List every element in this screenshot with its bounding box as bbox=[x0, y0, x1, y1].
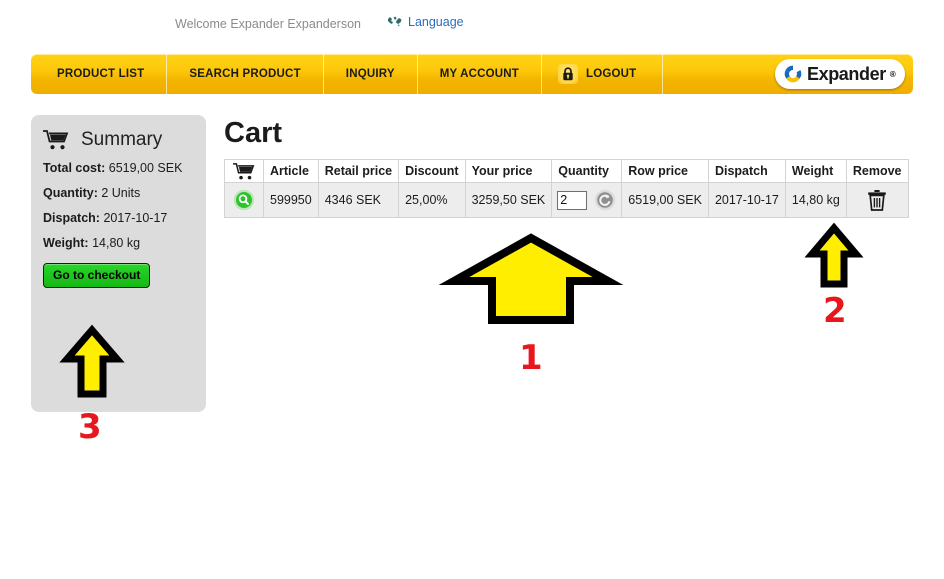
expander-logo[interactable]: Expander ® bbox=[775, 59, 905, 89]
summary-value: 2 Units bbox=[101, 186, 141, 200]
nav-item-inquiry[interactable]: INQUIRY bbox=[324, 54, 418, 94]
summary-quantity: Quantity: 2 Units bbox=[31, 186, 206, 200]
annotation-number-3: 3 bbox=[78, 407, 102, 447]
page-title: Cart bbox=[224, 117, 283, 149]
logo-text: Expander bbox=[807, 64, 886, 84]
summary-dispatch: Dispatch: 2017-10-17 bbox=[31, 211, 206, 225]
cell-weight: 14,80 kg bbox=[784, 182, 847, 218]
expander-ring-logo-icon bbox=[783, 64, 803, 84]
column-header-your-price: Your price bbox=[464, 159, 553, 183]
summary-value: 6519,00 SEK bbox=[108, 161, 183, 175]
view-product-cell bbox=[224, 182, 264, 218]
annotation-number-1: 1 bbox=[519, 338, 543, 378]
nav-label: LOGOUT bbox=[586, 68, 637, 80]
annotation-arrow-2 bbox=[804, 222, 864, 288]
column-header-remove: Remove bbox=[845, 159, 909, 183]
main-navigation: PRODUCT LIST SEARCH PRODUCT INQUIRY MY A… bbox=[31, 54, 913, 94]
table-row: 599950 4346 SEK 25,00% 3259,50 SEK 2 651… bbox=[224, 182, 909, 218]
summary-value: 14,80 kg bbox=[92, 236, 141, 250]
column-header-weight: Weight bbox=[784, 159, 847, 183]
annotation-number-2: 2 bbox=[823, 291, 847, 331]
summary-header: Summary bbox=[31, 129, 206, 151]
cart-table: Article Retail price Discount Your price… bbox=[224, 159, 909, 218]
shopping-cart-icon bbox=[233, 162, 255, 180]
summary-label: Total cost: bbox=[43, 161, 106, 175]
lock-icon bbox=[558, 64, 579, 84]
nav-label: MY ACCOUNT bbox=[439, 68, 520, 80]
cell-row-price: 6519,00 SEK bbox=[621, 182, 709, 218]
nav-item-search-product[interactable]: SEARCH PRODUCT bbox=[167, 54, 324, 94]
summary-title: Summary bbox=[81, 129, 163, 150]
column-header-dispatch: Dispatch bbox=[707, 159, 786, 183]
column-header-article: Article bbox=[263, 159, 319, 183]
nav-item-my-account[interactable]: MY ACCOUNT bbox=[418, 54, 543, 94]
nav-item-product-list[interactable]: PRODUCT LIST bbox=[31, 54, 168, 94]
summary-weight: Weight: 14,80 kg bbox=[31, 236, 206, 250]
nav-item-logout[interactable]: LOGOUT bbox=[542, 54, 664, 94]
cell-remove bbox=[845, 182, 909, 218]
cell-retail-price: 4346 SEK bbox=[317, 182, 400, 218]
top-welcome-bar: Welcome Expander Expanderson Language bbox=[0, 0, 944, 46]
cell-quantity bbox=[551, 182, 623, 218]
logo-registered-mark: ® bbox=[889, 69, 896, 79]
go-to-checkout-button[interactable]: Go to checkout bbox=[43, 263, 151, 288]
trash-icon[interactable] bbox=[867, 189, 887, 211]
cell-article: 599950 bbox=[263, 182, 319, 218]
column-header-discount: Discount bbox=[398, 159, 466, 183]
shopping-cart-icon bbox=[43, 130, 69, 150]
language-link[interactable]: Language bbox=[408, 15, 464, 29]
refresh-icon[interactable] bbox=[594, 189, 616, 211]
summary-total-cost: Total cost: 6519,00 SEK bbox=[31, 161, 206, 175]
header-cart-icon-cell bbox=[224, 159, 264, 183]
table-header-row: Article Retail price Discount Your price… bbox=[224, 159, 909, 183]
column-header-retail-price: Retail price bbox=[317, 159, 400, 183]
welcome-message: Welcome Expander Expanderson bbox=[175, 17, 361, 31]
column-header-row-price: Row price bbox=[621, 159, 709, 183]
nav-label: SEARCH PRODUCT bbox=[189, 68, 301, 80]
summary-value: 2017-10-17 bbox=[103, 211, 168, 225]
cell-dispatch: 2017-10-17 bbox=[707, 182, 786, 218]
cell-your-price: 3259,50 SEK bbox=[464, 182, 553, 218]
globe-icon bbox=[387, 15, 403, 29]
language-selector[interactable]: Language bbox=[387, 15, 464, 29]
nav-label: PRODUCT LIST bbox=[57, 68, 145, 80]
nav-label: INQUIRY bbox=[345, 68, 395, 80]
summary-label: Dispatch: bbox=[43, 211, 100, 225]
magnifier-icon[interactable] bbox=[233, 189, 255, 211]
quantity-input[interactable] bbox=[557, 190, 588, 210]
column-header-quantity: Quantity bbox=[551, 159, 623, 183]
summary-label: Weight: bbox=[43, 236, 89, 250]
summary-label: Quantity: bbox=[43, 186, 98, 200]
annotation-arrow-1 bbox=[438, 233, 624, 324]
cell-discount: 25,00% bbox=[398, 182, 466, 218]
annotation-arrow-3 bbox=[59, 324, 125, 398]
